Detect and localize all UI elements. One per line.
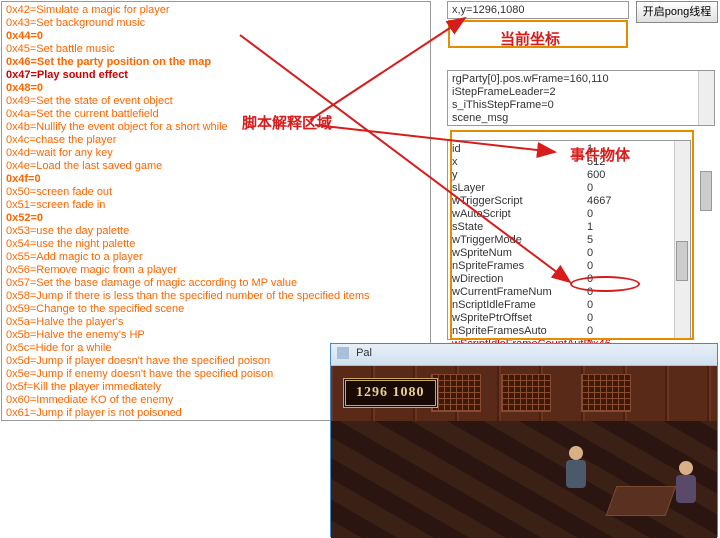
window-lattice [431, 374, 481, 412]
script-line[interactable]: 0x51=screen fade in [6, 199, 426, 212]
player-sprite-1 [561, 446, 591, 496]
script-line[interactable]: 0x52=0 [6, 212, 426, 225]
debug-line: iStepFrameLeader=2 [452, 86, 710, 99]
script-line[interactable]: 0x58=Jump if there is less than the spec… [6, 290, 426, 303]
script-line[interactable]: 0x43=Set background music [6, 17, 426, 30]
start-pong-thread-button[interactable]: 开启pong线程 [636, 1, 718, 23]
script-line[interactable]: 0x5b=Halve the enemy's HP [6, 329, 426, 342]
script-line[interactable]: 0x44=0 [6, 30, 426, 43]
script-line[interactable]: 0x48=0 [6, 82, 426, 95]
script-line[interactable]: 0x46=Set the party position on the map [6, 56, 426, 69]
script-line[interactable]: 0x4c=chase the player [6, 134, 426, 147]
label-current-coords: 当前坐标 [500, 28, 560, 49]
window-lattice [581, 374, 631, 412]
coord-readout: x,y=1296,1080 [447, 1, 629, 19]
script-line[interactable]: 0x4f=0 [6, 173, 426, 186]
script-line[interactable]: 0x57=Set the base damage of magic accord… [6, 277, 426, 290]
debug-line: s_iThisStepFrame=0 [452, 99, 710, 112]
script-line[interactable]: 0x55=Add magic to a player [6, 251, 426, 264]
scrollbar[interactable] [698, 71, 714, 125]
script-line[interactable]: 0x45=Set battle music [6, 43, 426, 56]
script-line[interactable]: 0x4e=Load the last saved game [6, 160, 426, 173]
script-line[interactable]: 0x53=use the day palette [6, 225, 426, 238]
player-sprite-2 [671, 461, 701, 511]
scroll-thumb[interactable] [700, 171, 712, 211]
script-line[interactable]: 0x56=Remove magic from a player [6, 264, 426, 277]
game-window-titlebar[interactable]: Pal [331, 344, 717, 366]
label-event-object: 事件物体 [570, 144, 630, 165]
game-table [606, 486, 677, 516]
script-line[interactable]: 0x4a=Set the current battlefield [6, 108, 426, 121]
game-viewport[interactable]: 1296 1080 [331, 366, 717, 538]
script-line[interactable]: 0x4d=wait for any key [6, 147, 426, 160]
app-icon [337, 347, 349, 359]
window-lattice [501, 374, 551, 412]
script-line[interactable]: 0x49=Set the state of event object [6, 95, 426, 108]
script-line[interactable]: 0x59=Change to the specified scene [6, 303, 426, 316]
debug-line: scene_msg [452, 112, 710, 125]
scene-debug-panel: rgParty[0].pos.wFrame=160,110iStepFrameL… [447, 70, 715, 126]
script-line[interactable]: 0x54=use the night palette [6, 238, 426, 251]
game-scene: 1296 1080 [331, 366, 717, 538]
script-line[interactable]: 0x5a=Halve the player's [6, 316, 426, 329]
debug-line: rgParty[0].pos.wFrame=160,110 [452, 73, 710, 86]
game-floor [331, 421, 717, 538]
game-window-title: Pal [356, 347, 372, 359]
script-line[interactable]: 0x50=screen fade out [6, 186, 426, 199]
game-coord-overlay: 1296 1080 [343, 378, 438, 408]
label-script-area: 脚本解释区域 [242, 112, 332, 133]
script-line[interactable]: 0x4b=Nullify the event object for a shor… [6, 121, 426, 134]
script-line[interactable]: 0x42=Simulate a magic for player [6, 4, 426, 17]
script-line[interactable]: 0x47=Play sound effect [6, 69, 426, 82]
game-window[interactable]: Pal 1296 1080 [330, 343, 718, 537]
